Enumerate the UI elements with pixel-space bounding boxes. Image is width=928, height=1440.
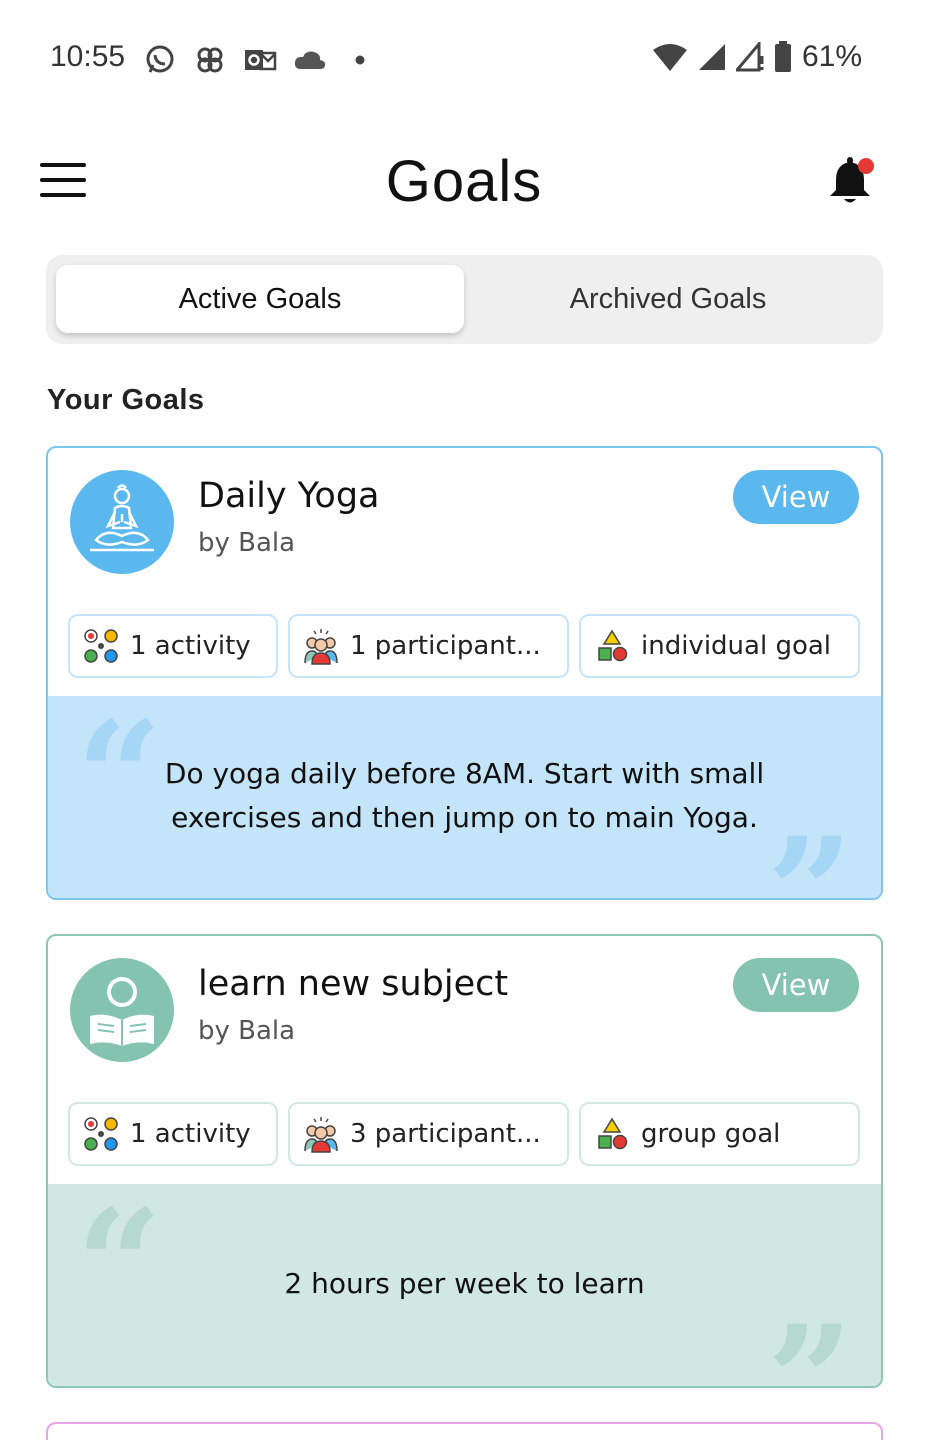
participants-chip: 1 participant... [288,614,569,678]
wifi-icon [652,44,687,71]
outlook-icon [242,42,278,78]
activity-icon [84,1117,118,1151]
shapes-icon [598,1117,628,1150]
close-quote-icon: ” [766,805,853,900]
goal-description-panel: “ 2 hours per week to learn ” [48,1184,881,1386]
goal-author: by Bala [198,528,296,558]
goal-chips: 1 activity 3 participant... group goal [68,1102,863,1166]
status-time: 10:55 [50,40,126,73]
pinwheel-icon [192,42,228,78]
goal-description: 2 hours per week to learn [284,1267,645,1300]
goal-type: individual goal [641,631,832,661]
shapes-icon [598,629,628,662]
activity-count: 1 activity [130,1119,251,1149]
signal-icon [698,44,725,70]
goal-title: learn new subject [198,964,509,1004]
close-quote-icon: ” [766,1293,853,1388]
view-button[interactable]: View [733,958,859,1012]
dot-icon [342,42,378,78]
goal-title: Daily Yoga [198,476,380,516]
activity-chip: 1 activity [68,1102,278,1166]
tab-active-goals[interactable]: Active Goals [56,265,464,333]
goal-type-chip: group goal [579,1102,860,1166]
participants-count: 1 participant... [350,631,541,661]
activity-count: 1 activity [130,631,251,661]
notification-bell-icon[interactable] [826,152,878,208]
whatsapp-icon [142,42,178,78]
goal-chips: 1 activity 1 participant... individual g… [68,614,863,678]
goal-description-panel: “ Do yoga daily before 8AM. Start with s… [48,696,881,898]
signal-no-service-icon [735,42,764,72]
goal-type: group goal [641,1119,781,1149]
view-button[interactable]: View [733,470,859,524]
status-system-icons: 61% [652,40,862,74]
participants-icon [304,1117,338,1153]
goal-card-partial[interactable] [46,1422,883,1440]
cloud-icon [292,42,328,78]
activity-icon [84,629,118,663]
reading-icon [70,958,174,1062]
battery-percent: 61% [801,40,862,73]
participants-icon [304,629,338,665]
yoga-icon [70,470,174,574]
activity-chip: 1 activity [68,614,278,678]
goal-card[interactable]: Daily Yoga by Bala View 1 activity 1 par… [46,446,883,900]
tab-archived-goals[interactable]: Archived Goals [464,265,872,333]
section-title: Your Goals [47,384,205,416]
participants-chip: 3 participant... [288,1102,569,1166]
goal-description: Do yoga daily before 8AM. Start with sma… [164,757,765,834]
page-title: Goals [385,149,543,214]
status-bar: 10:55 61% [0,0,928,120]
goal-card[interactable]: learn new subject by Bala View 1 activit… [46,934,883,1388]
notification-dot [858,158,874,174]
participants-count: 3 participant... [350,1119,541,1149]
goal-type-chip: individual goal [579,614,860,678]
goal-tabs: Active Goals Archived Goals [46,255,883,344]
battery-icon [774,41,791,72]
status-notification-icons [142,42,378,78]
goal-author: by Bala [198,1016,296,1046]
